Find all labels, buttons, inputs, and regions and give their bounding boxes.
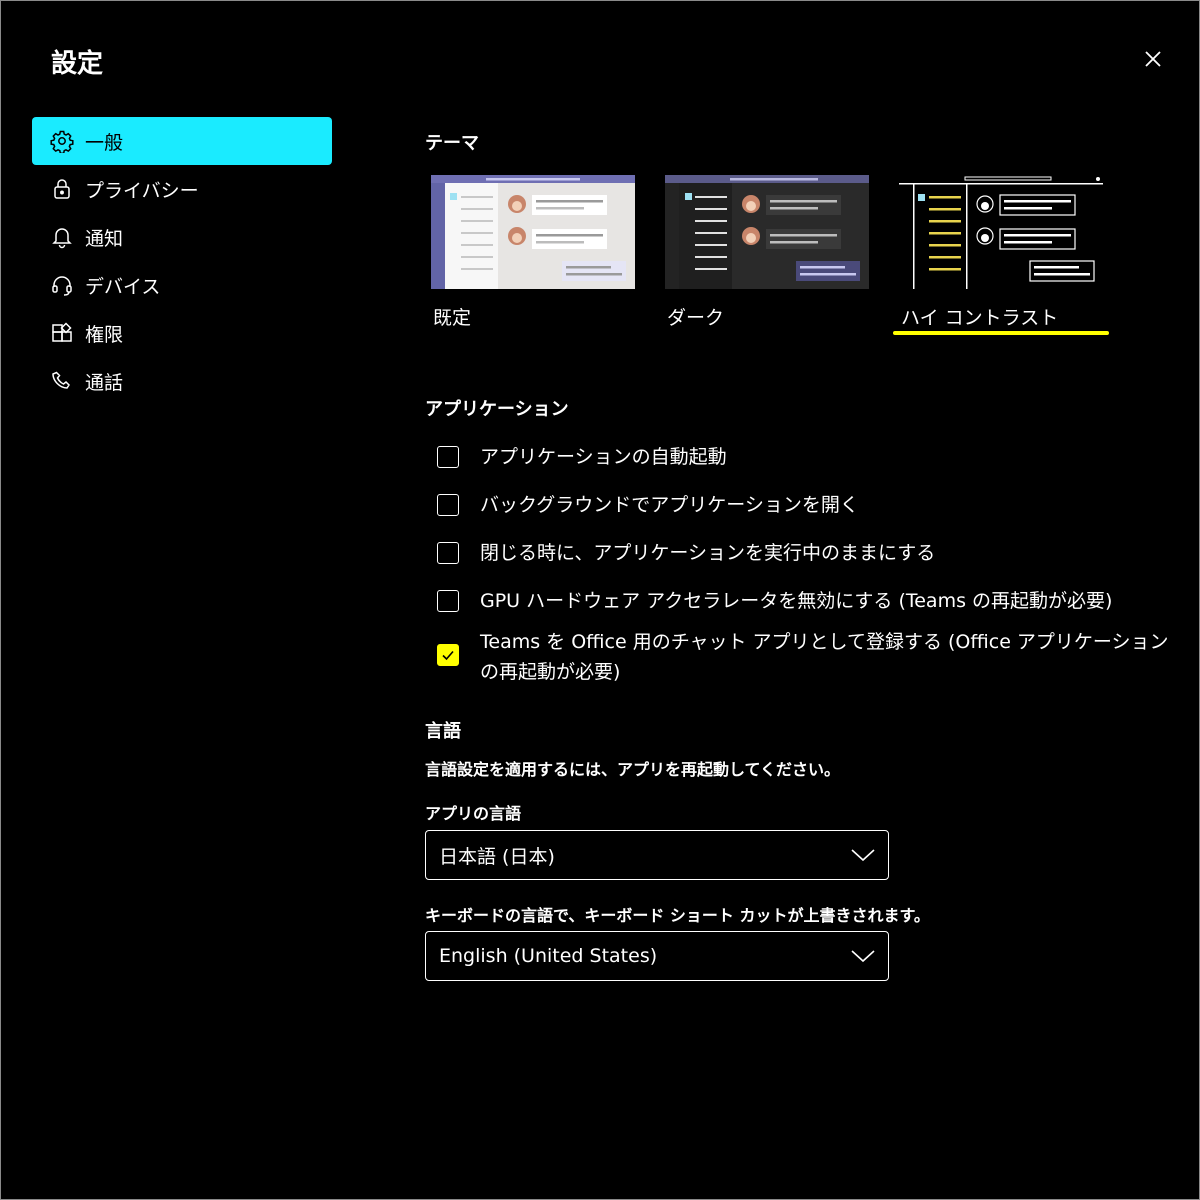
checkbox-keep-running-on-close[interactable]: 閉じる時に、アプリケーションを実行中のままにする <box>437 542 1170 568</box>
phone-icon <box>49 368 75 394</box>
sidebar-item-label: デバイス <box>85 275 161 298</box>
sidebar-item-label: 一般 <box>85 131 124 154</box>
theme-label-dark: ダーク <box>667 307 725 329</box>
app-grid-icon <box>49 320 75 346</box>
chevron-down-icon <box>851 849 875 862</box>
application-heading: アプリケーション <box>425 399 569 420</box>
sidebar-item-label: 通知 <box>85 227 124 250</box>
theme-heading: テーマ <box>425 133 479 154</box>
app-language-label: アプリの言語 <box>425 804 522 823</box>
sidebar-item-label: 権限 <box>85 323 124 346</box>
checkbox-label: Teams を Office 用のチャット アプリとして登録する (Office… <box>480 631 1169 683</box>
close-button[interactable] <box>1139 45 1167 73</box>
checkbox-disable-gpu-acceleration[interactable]: GPU ハードウェア アクセラレータを無効にする (Teams の再起動が必要) <box>437 590 1170 616</box>
theme-option-default[interactable]: 既定 <box>431 175 635 329</box>
checkbox-box[interactable] <box>437 494 459 516</box>
close-icon <box>1145 51 1161 67</box>
theme-option-high-contrast[interactable]: ハイ コントラスト <box>893 175 1109 335</box>
checkbox-box-checked[interactable] <box>437 644 459 666</box>
sidebar-item-privacy[interactable]: プライバシー <box>32 165 332 213</box>
checkbox-label: アプリケーションの自動起動 <box>480 446 727 468</box>
sidebar-item-notifications[interactable]: 通知 <box>32 213 332 261</box>
gear-icon <box>49 128 75 154</box>
settings-window: 設定 一般 プライバシー 通知 デバイス 権限 通話 テーマ 既定 ダーク ハイ… <box>0 0 1200 1200</box>
sidebar-item-devices[interactable]: デバイス <box>32 261 332 309</box>
lock-icon <box>49 176 75 202</box>
theme-preview-high-contrast <box>899 175 1103 289</box>
headset-icon <box>49 272 75 298</box>
theme-selected-indicator <box>893 331 1109 335</box>
theme-option-dark[interactable]: ダーク <box>665 175 869 329</box>
language-restart-note: 言語設定を適用するには、アプリを再起動してください。 <box>425 760 841 779</box>
checkbox-label: 閉じる時に、アプリケーションを実行中のままにする <box>480 542 936 564</box>
checkbox-label: GPU ハードウェア アクセラレータを無効にする (Teams の再起動が必要) <box>480 590 1113 612</box>
checkbox-auto-start[interactable]: アプリケーションの自動起動 <box>437 446 1170 472</box>
theme-label-default: 既定 <box>433 307 472 329</box>
sidebar-item-general[interactable]: 一般 <box>32 117 332 165</box>
checkbox-open-in-background[interactable]: バックグラウンドでアプリケーションを開く <box>437 494 1170 520</box>
app-language-value: 日本語 (日本) <box>439 845 555 868</box>
app-language-dropdown[interactable]: 日本語 (日本) <box>425 830 889 880</box>
checkbox-label: バックグラウンドでアプリケーションを開く <box>480 494 859 516</box>
checkbox-register-chat-app[interactable]: Teams を Office 用のチャット アプリとして登録する (Office… <box>437 631 1170 687</box>
language-heading: 言語 <box>425 721 461 742</box>
theme-preview-default <box>431 175 635 289</box>
sidebar-item-permissions[interactable]: 権限 <box>32 309 332 357</box>
sidebar-item-calls[interactable]: 通話 <box>32 357 332 405</box>
keyboard-language-value: English (United States) <box>439 945 658 967</box>
checkbox-box[interactable] <box>437 590 459 612</box>
settings-nav: 一般 プライバシー 通知 デバイス 権限 通話 <box>32 117 332 405</box>
page-title: 設定 <box>51 49 104 79</box>
chevron-down-icon <box>851 950 875 963</box>
checkbox-box[interactable] <box>437 542 459 564</box>
sidebar-item-label: 通話 <box>85 371 124 394</box>
theme-preview-dark <box>665 175 869 289</box>
keyboard-language-note: キーボードの言語で、キーボード ショート カットが上書きされます。 <box>425 906 930 925</box>
checkbox-box[interactable] <box>437 446 459 468</box>
theme-label-high-contrast: ハイ コントラスト <box>901 307 1059 329</box>
bell-icon <box>49 224 75 250</box>
checkmark-icon <box>442 650 454 661</box>
sidebar-item-label: プライバシー <box>85 179 199 202</box>
keyboard-language-dropdown[interactable]: English (United States) <box>425 931 889 981</box>
